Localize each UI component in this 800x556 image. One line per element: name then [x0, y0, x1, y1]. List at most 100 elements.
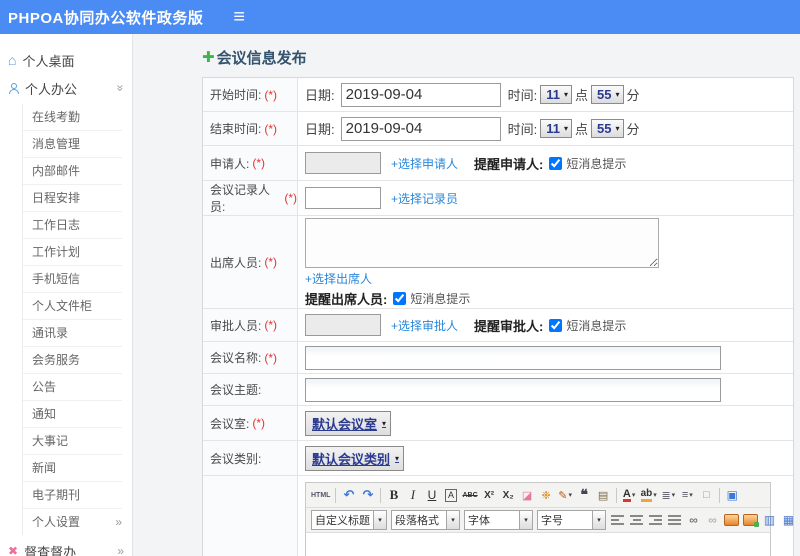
- start-date-input[interactable]: [340, 82, 501, 107]
- form-row-start-time: 开始时间: (*) 日期: 时间: 11▾ 点 55▾ 分: [203, 78, 793, 112]
- font-family-select[interactable]: 字体 ▾: [464, 510, 533, 530]
- media-icon[interactable]: ▥: [761, 511, 778, 529]
- choose-recorder-link[interactable]: +选择记录员: [391, 190, 458, 207]
- paste-special-icon[interactable]: ▤: [595, 486, 612, 504]
- choose-approver-link[interactable]: +选择审批人: [391, 317, 458, 334]
- pen-color-icon[interactable]: ✎ ▾: [557, 486, 574, 504]
- sidebar-item-label: 电子期刊: [32, 488, 81, 502]
- subscript-icon[interactable]: X₂: [500, 486, 517, 504]
- recorder-input[interactable]: [305, 187, 381, 209]
- sidebar-item-label: 会务服务: [32, 353, 81, 367]
- custom-heading-select[interactable]: 自定义标题 ▾: [311, 510, 387, 530]
- unlink-icon[interactable]: ∞: [704, 511, 721, 529]
- page-title: ✚ 会议信息发布: [202, 47, 800, 68]
- meeting-category-label: 会议类别:: [210, 451, 262, 466]
- dropdown-arrow-icon: ▾: [592, 511, 605, 529]
- format-brush-icon[interactable]: ❉: [538, 486, 555, 504]
- italic-icon[interactable]: I: [404, 486, 421, 504]
- image-icon[interactable]: [723, 511, 740, 529]
- choose-attendees-link[interactable]: +选择出席人: [305, 270, 372, 287]
- sidebar-item-label: 新闻: [32, 461, 57, 475]
- form-row-meeting-category: 会议类别: 默认会议类别 ▾: [203, 441, 793, 476]
- sidebar-item[interactable]: 电子期刊: [23, 481, 122, 508]
- editor-content-area[interactable]: [306, 532, 770, 556]
- approver-sms-checkbox[interactable]: [549, 318, 563, 332]
- sidebar-item-personal-settings[interactable]: 个人设置 »: [23, 508, 122, 535]
- form-row-meeting-name: 会议名称: (*): [203, 342, 793, 374]
- sidebar-item[interactable]: 内部邮件: [23, 157, 122, 184]
- end-date-input[interactable]: [340, 116, 501, 141]
- application-window: PHPOA协同办公软件政务版 ≡ ⌂ 个人桌面 个人办公 » 在线考勤 消息管理内…: [0, 0, 800, 556]
- start-hour-select[interactable]: 11 ▾: [540, 85, 573, 104]
- font-color-icon[interactable]: A ▾: [621, 486, 638, 504]
- sidebar-item[interactable]: 通知: [23, 400, 122, 427]
- dropdown-arrow-icon: ▾: [653, 492, 657, 499]
- table-icon[interactable]: ▦: [780, 511, 797, 529]
- paragraph-format-select[interactable]: 段落格式 ▾: [391, 510, 460, 530]
- sidebar-item[interactable]: 手机短信: [23, 265, 122, 292]
- sidebar-item[interactable]: 个人文件柜: [23, 292, 122, 319]
- sidebar-item[interactable]: 工作日志: [23, 211, 122, 238]
- source-code-icon[interactable]: HTML: [310, 486, 331, 504]
- unordered-list-icon[interactable]: ≡ ▾: [679, 486, 696, 504]
- sidebar-item-label: 大事记: [32, 434, 69, 448]
- sidebar-item-personal-office[interactable]: 个人办公 »: [0, 74, 132, 102]
- remind-applicant-label: 提醒申请人:: [474, 156, 544, 172]
- applicant-sms-checkbox[interactable]: [549, 156, 563, 170]
- sidebar-item[interactable]: 新闻: [23, 454, 122, 481]
- minute-unit-label: 分: [626, 122, 640, 137]
- blockquote-icon[interactable]: ❝: [576, 486, 593, 504]
- sidebar-item[interactable]: 公告: [23, 373, 122, 400]
- align-center-icon[interactable]: [628, 511, 645, 529]
- meeting-room-select[interactable]: 默认会议室 ▾: [305, 410, 392, 436]
- end-hour-select[interactable]: 11 ▾: [540, 119, 573, 138]
- align-left-icon[interactable]: [609, 511, 626, 529]
- sidebar-item[interactable]: 消息管理: [23, 130, 122, 157]
- redo-icon[interactable]: ↷: [359, 486, 376, 504]
- sidebar-item-label: 通知: [32, 407, 57, 421]
- new-document-icon[interactable]: □: [698, 486, 715, 504]
- multi-image-icon[interactable]: [742, 511, 759, 529]
- sidebar-item[interactable]: 大事记: [23, 427, 122, 454]
- meeting-category-select[interactable]: 默认会议类别 ▾: [305, 445, 405, 471]
- required-mark: (*): [264, 318, 278, 332]
- bold-icon[interactable]: B: [385, 486, 402, 504]
- recorder-label: 会议记录人员:: [210, 183, 271, 214]
- ordered-list-icon[interactable]: ≣ ▾: [660, 486, 677, 504]
- sidebar-item[interactable]: 通讯录: [23, 319, 122, 346]
- strikethrough-icon[interactable]: ABC: [461, 486, 478, 504]
- minute-unit-label: 分: [626, 88, 640, 103]
- hamburger-menu-icon[interactable]: ≡: [233, 7, 245, 27]
- applicant-input[interactable]: [305, 152, 381, 174]
- sidebar-item[interactable]: 工作计划: [23, 238, 122, 265]
- sidebar-item[interactable]: 在线考勤: [23, 104, 122, 130]
- start-minute-select[interactable]: 55 ▾: [591, 85, 624, 104]
- sidebar-item-personal-desktop[interactable]: ⌂ 个人桌面: [0, 46, 132, 74]
- link-icon[interactable]: ∞: [685, 511, 702, 529]
- superscript-icon[interactable]: X²: [481, 486, 498, 504]
- sidebar-item[interactable]: 会务服务: [23, 346, 122, 373]
- meeting-name-input[interactable]: [305, 345, 721, 370]
- fullscreen-icon[interactable]: ▣: [724, 486, 741, 504]
- sidebar-item-supervision[interactable]: ✖ 督查督办 »: [0, 537, 132, 556]
- dropdown-arrow-icon: ▾: [568, 492, 572, 499]
- sidebar-item[interactable]: 日程安排: [23, 184, 122, 211]
- remove-format-icon[interactable]: ◪: [519, 486, 536, 504]
- align-right-icon[interactable]: [647, 511, 664, 529]
- dropdown-arrow-icon: ▾: [373, 511, 386, 529]
- font-style-icon[interactable]: A: [442, 486, 459, 504]
- chevron-down-icon: »: [113, 84, 128, 92]
- undo-icon[interactable]: ↶: [340, 486, 357, 504]
- attendees-sms-checkbox[interactable]: [393, 292, 407, 305]
- meeting-name-label: 会议名称:: [210, 351, 262, 365]
- font-size-select[interactable]: 字号 ▾: [537, 510, 606, 530]
- attendees-textarea[interactable]: [305, 218, 659, 268]
- highlight-color-icon[interactable]: ab ▾: [640, 486, 658, 504]
- dropdown-arrow-icon: ▾: [689, 492, 693, 499]
- align-justify-icon[interactable]: [666, 511, 683, 529]
- meeting-topic-input[interactable]: [305, 377, 721, 402]
- end-minute-select[interactable]: 55 ▾: [591, 119, 624, 138]
- approver-input[interactable]: [305, 314, 381, 336]
- choose-applicant-link[interactable]: +选择申请人: [391, 155, 458, 172]
- underline-icon[interactable]: U: [423, 486, 440, 504]
